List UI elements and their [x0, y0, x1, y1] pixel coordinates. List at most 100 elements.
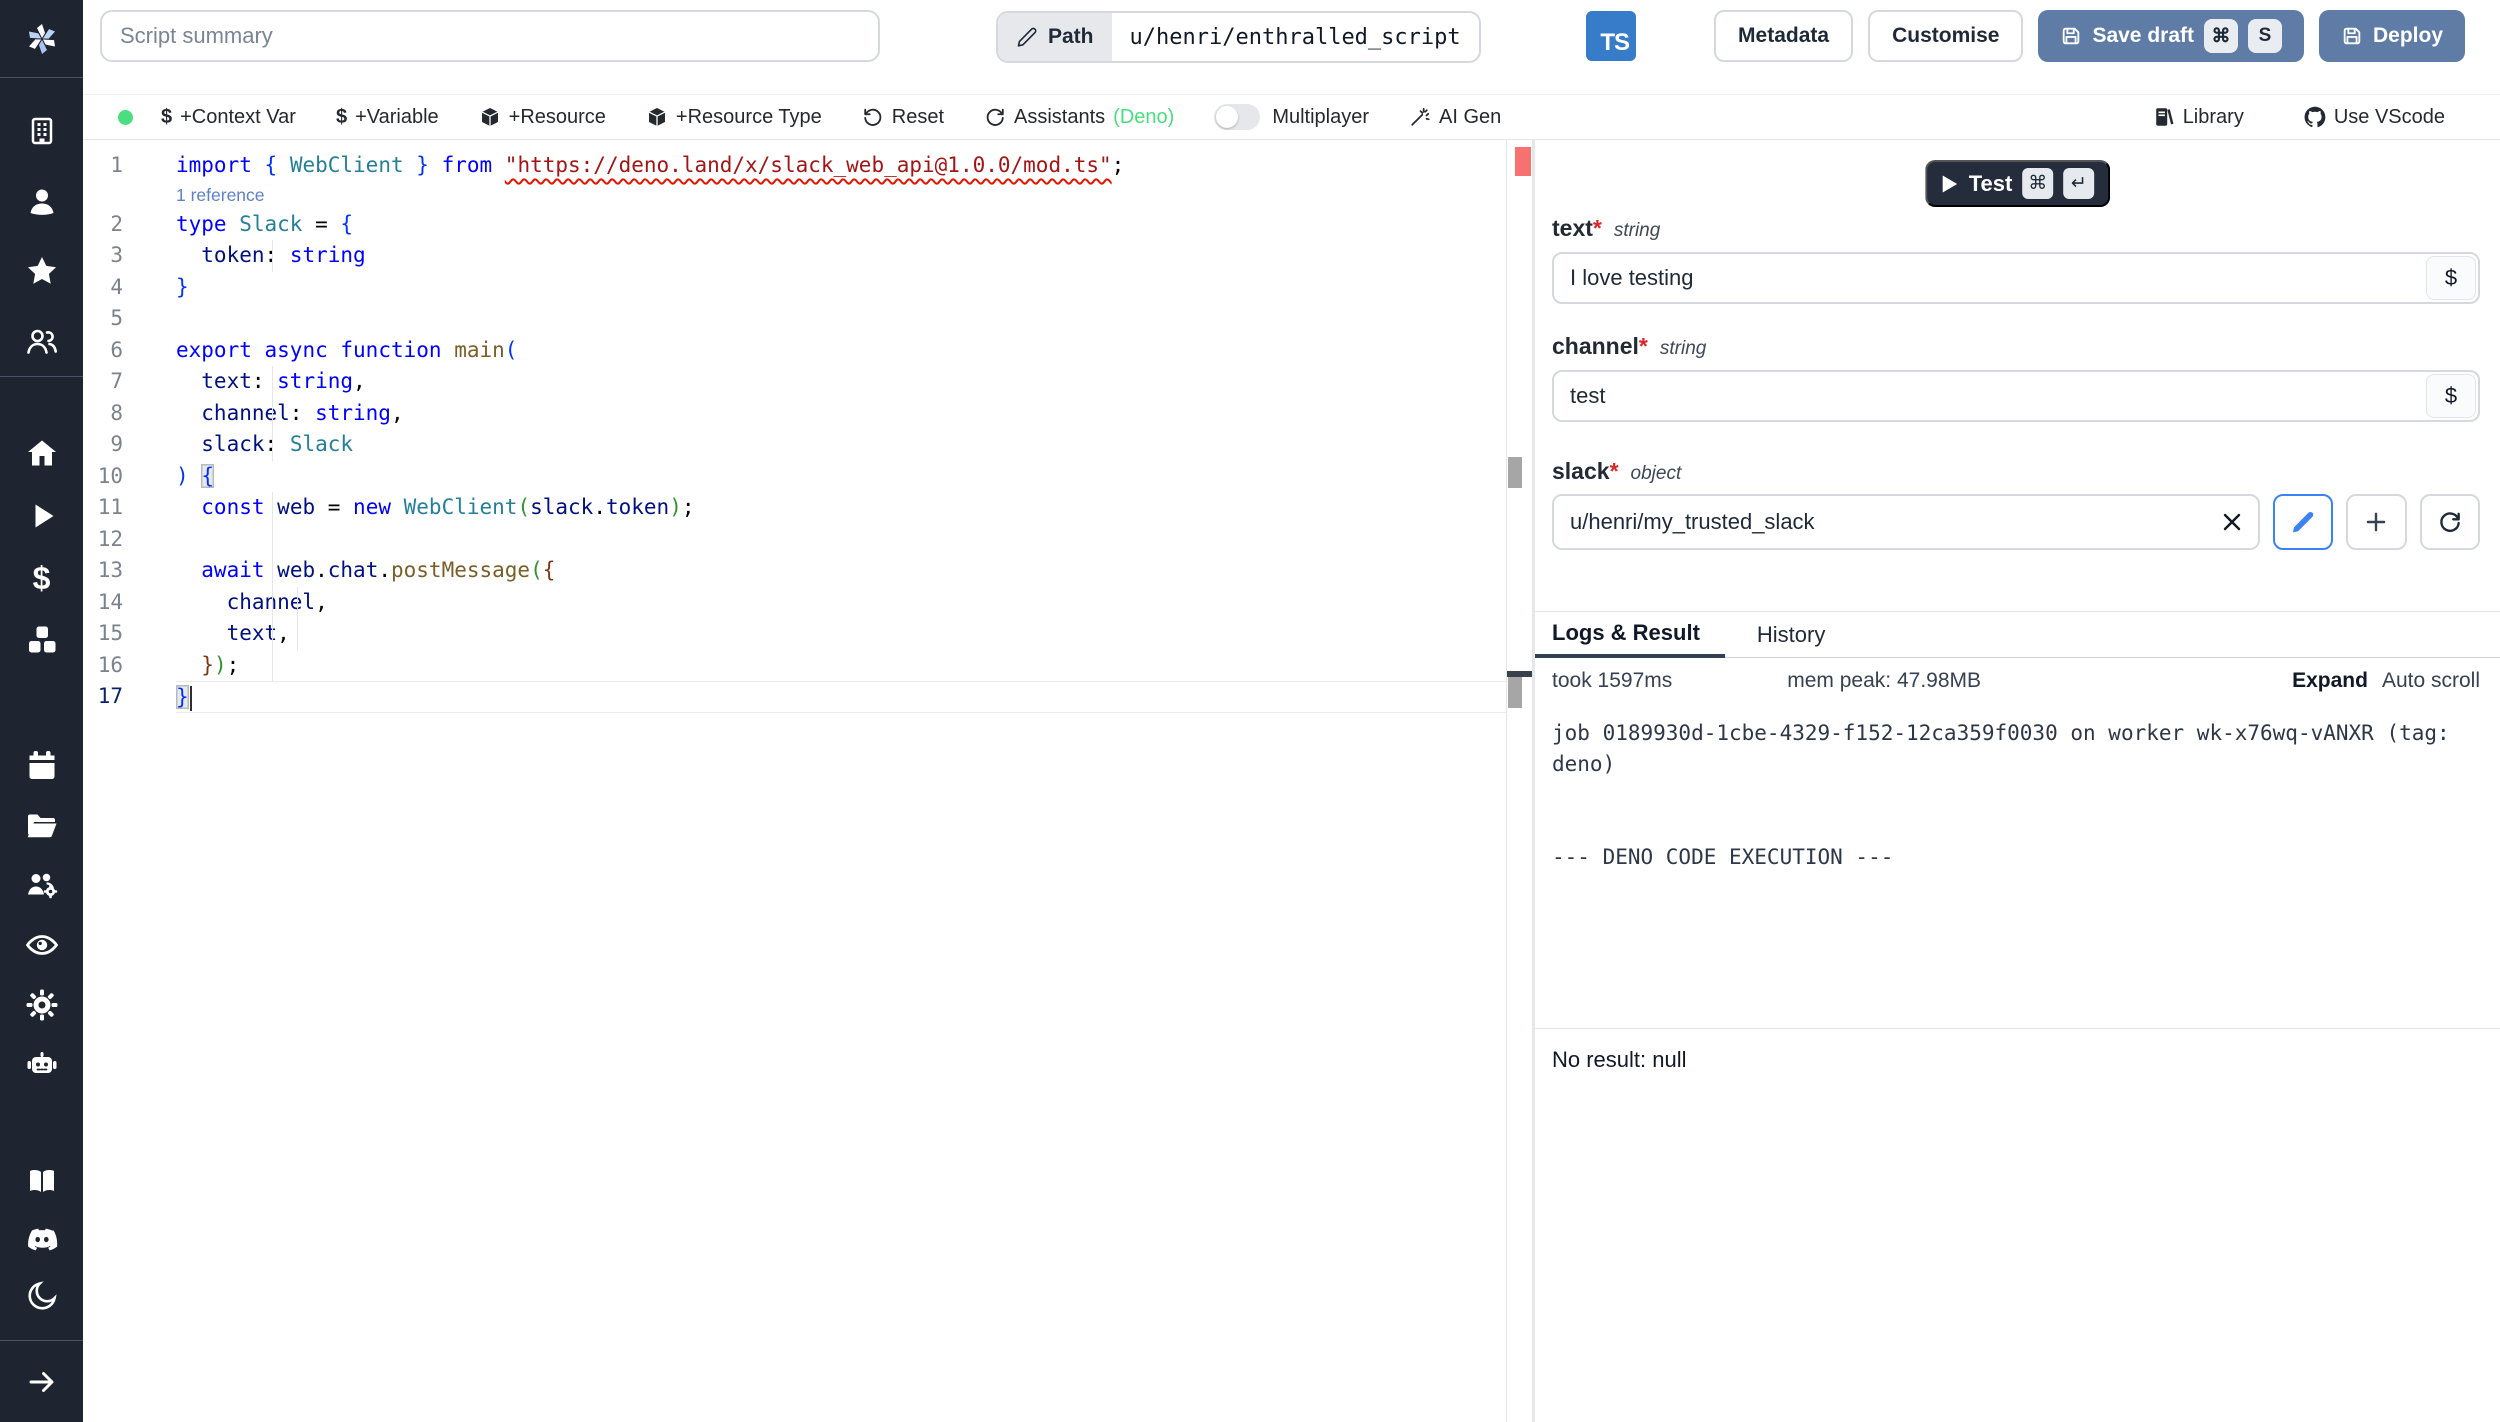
sidebar-item-schedules[interactable] — [0, 735, 83, 795]
code-line[interactable]: text: string, — [176, 366, 1506, 398]
deploy-button[interactable]: Deploy — [2319, 10, 2465, 62]
sidebar-item-settings[interactable] — [0, 975, 83, 1035]
sidebar-item-workers[interactable] — [0, 855, 83, 915]
code-line[interactable]: export async function main( — [176, 335, 1506, 367]
code-line-row[interactable]: 8 channel: string, — [83, 398, 1506, 430]
clear-resource-button[interactable] — [2218, 508, 2246, 536]
line-number[interactable]: 17 — [83, 681, 176, 713]
code-line-row[interactable]: 12 — [83, 524, 1506, 556]
line-number[interactable]: 2 — [83, 209, 176, 241]
auto-scroll-toggle[interactable]: Auto scroll — [2382, 669, 2480, 693]
sidebar-item-favorites[interactable] — [0, 236, 83, 306]
sidebar-collapse-button[interactable] — [0, 1341, 83, 1422]
log-output[interactable]: job 0189930d-1cbe-4329-f152-12ca359f0030… — [1535, 704, 2500, 1029]
code-line[interactable]: channel, — [176, 587, 1506, 619]
code-line[interactable]: channel: string, — [176, 398, 1506, 430]
code-line-row[interactable]: 13 await web.chat.postMessage({ — [83, 555, 1506, 587]
line-number[interactable]: 12 — [83, 524, 176, 556]
code-line[interactable]: await web.chat.postMessage({ — [176, 555, 1506, 587]
library-button[interactable]: Library — [2153, 106, 2244, 129]
editor-scrollbar-strip[interactable] — [1506, 140, 1533, 1422]
code-line-row[interactable]: 6export async function main( — [83, 335, 1506, 367]
scrollbar-handle[interactable] — [1508, 457, 1522, 488]
code-line-row[interactable]: 1import { WebClient } from "https://deno… — [83, 150, 1506, 182]
code-line[interactable]: import { WebClient } from "https://deno.… — [176, 150, 1506, 182]
sidebar-item-ai[interactable] — [0, 1035, 83, 1095]
line-number[interactable]: 7 — [83, 366, 176, 398]
code-line-row[interactable]: 16 }); — [83, 650, 1506, 682]
insert-variable-button[interactable]: $ — [2426, 256, 2476, 300]
sidebar-item-discord[interactable] — [0, 1210, 83, 1267]
code-line[interactable] — [176, 303, 1506, 335]
sidebar-item-resources[interactable] — [0, 609, 83, 671]
code-line[interactable]: token: string — [176, 240, 1506, 272]
code-line-row[interactable]: 11 const web = new WebClient(slack.token… — [83, 492, 1506, 524]
sidebar-item-runs[interactable] — [0, 485, 83, 547]
expand-button[interactable]: Expand — [2292, 669, 2368, 693]
code-line[interactable]: const web = new WebClient(slack.token); — [176, 492, 1506, 524]
channel-field-input[interactable] — [1552, 370, 2480, 422]
metadata-button[interactable]: Metadata — [1714, 10, 1853, 62]
customise-button[interactable]: Customise — [1868, 10, 2023, 62]
line-number[interactable]: 13 — [83, 555, 176, 587]
line-number[interactable]: 16 — [83, 650, 176, 682]
script-path[interactable]: u/henri/enthralled_script — [1112, 13, 1479, 61]
sidebar-item-audit-logs[interactable] — [0, 915, 83, 975]
sidebar-item-theme[interactable] — [0, 1267, 83, 1324]
text-field-input[interactable] — [1552, 252, 2480, 304]
tab-logs-result[interactable]: Logs & Result — [1535, 612, 1725, 658]
multiplayer-toggle[interactable] — [1214, 104, 1260, 130]
code-line[interactable]: text, — [176, 618, 1506, 650]
use-vscode-button[interactable]: Use VScode — [2304, 106, 2445, 129]
code-line[interactable]: slack: Slack — [176, 429, 1506, 461]
assistants-button[interactable]: Assistants (Deno) — [984, 106, 1174, 129]
sidebar-item-user[interactable] — [0, 166, 83, 236]
test-button[interactable]: Test ⌘ ↵ — [1925, 160, 2111, 207]
code-line[interactable]: ) { — [176, 461, 1506, 493]
sidebar-item-workspace[interactable] — [0, 96, 83, 166]
line-number[interactable]: 1 — [83, 150, 176, 182]
script-summary-input[interactable] — [100, 10, 880, 62]
add-variable-button[interactable]: $ +Variable — [336, 106, 439, 129]
code-line-row[interactable]: 2type Slack = { — [83, 209, 1506, 241]
windmill-logo[interactable] — [0, 0, 83, 78]
insert-variable-button[interactable]: $ — [2426, 374, 2476, 418]
code-line[interactable] — [176, 524, 1506, 556]
code-line-row[interactable]: 9 slack: Slack — [83, 429, 1506, 461]
code-line[interactable]: }); — [176, 650, 1506, 682]
code-line-row[interactable]: 7 text: string, — [83, 366, 1506, 398]
code-line[interactable]: type Slack = { — [176, 209, 1506, 241]
save-draft-button[interactable]: Save draft ⌘ S — [2038, 10, 2304, 62]
ai-gen-button[interactable]: AI Gen — [1409, 106, 1501, 129]
line-number[interactable]: 4 — [83, 272, 176, 304]
code-line-row[interactable]: 3 token: string — [83, 240, 1506, 272]
sidebar-item-docs[interactable] — [0, 1153, 83, 1210]
code-line[interactable]: } — [176, 681, 1506, 713]
code-line-row[interactable]: 17} — [83, 681, 1506, 713]
add-context-var-button[interactable]: $ +Context Var — [161, 106, 296, 129]
line-number[interactable]: 11 — [83, 492, 176, 524]
line-number[interactable]: 10 — [83, 461, 176, 493]
path-edit-button[interactable]: Path — [998, 13, 1112, 61]
add-resource-button[interactable]: +Resource — [479, 106, 606, 129]
refresh-resource-button[interactable] — [2420, 494, 2480, 550]
codelens-reference-link[interactable]: 1 reference — [176, 185, 265, 205]
line-number[interactable]: 14 — [83, 587, 176, 619]
code-line-row[interactable]: 4} — [83, 272, 1506, 304]
line-number[interactable]: 9 — [83, 429, 176, 461]
line-number[interactable]: 6 — [83, 335, 176, 367]
add-resource-type-button[interactable]: +Resource Type — [646, 106, 822, 129]
code-editor[interactable]: 1import { WebClient } from "https://deno… — [83, 140, 1506, 1422]
line-number[interactable]: 3 — [83, 240, 176, 272]
sidebar-item-home[interactable] — [0, 423, 83, 485]
sidebar-item-folders[interactable] — [0, 795, 83, 855]
reset-button[interactable]: Reset — [862, 106, 944, 129]
splitter-handle[interactable] — [1508, 677, 1522, 708]
sidebar-item-variables[interactable]: $ — [0, 547, 83, 609]
line-number[interactable]: 8 — [83, 398, 176, 430]
tab-history[interactable]: History — [1747, 612, 1835, 657]
line-number[interactable]: 15 — [83, 618, 176, 650]
code-line[interactable]: } — [176, 272, 1506, 304]
sidebar-item-groups[interactable] — [0, 306, 83, 376]
code-line-row[interactable]: 10) { — [83, 461, 1506, 493]
